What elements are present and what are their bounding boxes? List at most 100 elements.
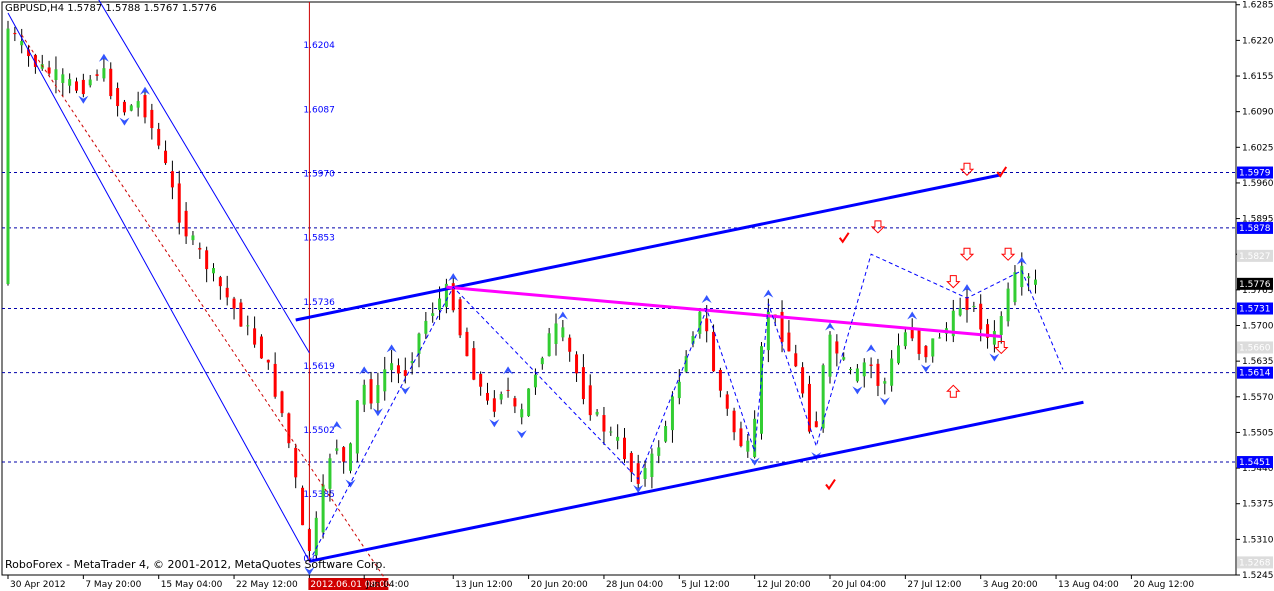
candle-body [88, 79, 92, 86]
candle-body [746, 440, 750, 452]
candle-body [499, 394, 503, 400]
candle-body [321, 484, 325, 533]
candle-body [821, 365, 825, 429]
fractal-up-arrow [557, 311, 568, 320]
x-tick-label: 13 Jun 12:00 [455, 580, 512, 590]
candle-body [506, 389, 510, 391]
x-tick-label: 28 Jun 04:00 [606, 580, 663, 590]
price-chart[interactable]: 1.6285 1.6220 1.6155 1.6090 1.6025 1.5960 1.58… [0, 0, 1274, 591]
candle-body [602, 415, 606, 432]
candle-body [568, 337, 572, 352]
candle-body [595, 411, 599, 415]
candle-body [212, 268, 215, 274]
x-tick-label: 22 May 12:00 [236, 580, 298, 590]
candle-body [349, 443, 352, 471]
candle-body [109, 68, 113, 97]
candle-body [835, 341, 839, 354]
candle-body [629, 452, 633, 473]
chart-window: 1.6285 1.6220 1.6155 1.6090 1.6025 1.5960 1.58… [0, 0, 1274, 591]
candle-body [417, 333, 421, 354]
candle-body [862, 362, 866, 377]
candle-body [225, 287, 229, 298]
candle-body [588, 385, 592, 416]
fib-level-label: 1.5619 [303, 362, 335, 372]
candle-body [1006, 288, 1010, 322]
candle-body [869, 364, 873, 366]
candle-body [999, 316, 1003, 335]
x-tick-label: 3 Aug 20:00 [983, 580, 1038, 590]
candle-body [533, 374, 537, 388]
candle-body [465, 331, 469, 357]
candle-body [20, 40, 24, 46]
faded-level-label: 1.5827 [1239, 252, 1271, 262]
candle-body [218, 277, 222, 287]
candle-body [554, 323, 558, 344]
candle-body [623, 437, 626, 460]
candle-body [547, 333, 551, 357]
candle-body [61, 74, 65, 83]
fractal-up-arrow [825, 322, 835, 331]
chart-title: GBPUSD,H4 1.5787 1.5788 1.5767 1.5776 [5, 3, 217, 14]
plot-frame [1, 1, 1237, 576]
candle-body [122, 101, 126, 113]
x-tick-label: 30 Apr 2012 [10, 580, 66, 590]
fib-level-label: 1.6087 [303, 105, 335, 115]
wave-projection [308, 253, 1064, 562]
y-tick-label: 1.5700 [1242, 322, 1274, 332]
candle-body [314, 517, 318, 556]
check-mark [825, 478, 836, 491]
candle-body [116, 88, 120, 107]
candle-body [903, 332, 907, 347]
candle-body [718, 369, 722, 391]
x-tick-label: 27 Jul 12:00 [907, 580, 961, 590]
x-tick-label: 15 May 04:00 [161, 580, 223, 590]
candle-body [917, 329, 921, 354]
y-tick-label: 1.6285 [1242, 1, 1274, 11]
candle-body [931, 338, 935, 357]
candle-body [246, 325, 250, 327]
down-channel-upper [98, 0, 310, 354]
candle-body [561, 327, 565, 338]
fractal-down-arrow [489, 419, 500, 428]
y-tick-label: 1.6090 [1242, 108, 1274, 118]
y-tick-label: 1.6155 [1242, 72, 1274, 82]
fractal-down-arrow [879, 397, 890, 406]
fib-level-label: 1.5853 [303, 234, 335, 244]
check-mark [838, 232, 850, 244]
candle-body [102, 68, 106, 79]
candle-body [787, 332, 791, 352]
candle-body [95, 74, 99, 76]
x-tick-label: 7 May 20:00 [85, 580, 141, 590]
candle-body [191, 235, 195, 241]
candle-body [492, 398, 496, 412]
candle-body [424, 320, 428, 334]
candle-body [232, 298, 236, 309]
candle-body [814, 421, 818, 428]
target-arrow [1000, 247, 1016, 261]
y-tick-label: 1.6025 [1242, 143, 1274, 153]
fib-level-label: 1.5502 [303, 426, 335, 436]
candle-body [924, 345, 928, 358]
candle-body [198, 247, 202, 250]
candle-body [609, 431, 613, 433]
candle-body [342, 447, 346, 462]
target-arrow [959, 247, 975, 261]
fib-level-label: 1.5736 [303, 298, 335, 308]
candle-body [479, 373, 483, 387]
down-channel-lower [7, 12, 310, 562]
candle-body [979, 303, 983, 330]
price-level-label: 1.5451 [1239, 458, 1271, 468]
candle-body [184, 210, 188, 237]
candle-body [410, 360, 414, 364]
target-arrow [946, 384, 961, 398]
candle-body [705, 318, 709, 332]
y-tick-label: 1.5310 [1242, 535, 1274, 545]
candle-body [170, 171, 174, 188]
candle-body [794, 353, 798, 367]
candle-body [725, 394, 729, 409]
candle-body [828, 334, 832, 377]
candle-body [390, 363, 394, 371]
candle-body [164, 150, 168, 164]
candle-body [650, 453, 654, 478]
fib-level-label: 1.5970 [303, 169, 335, 179]
